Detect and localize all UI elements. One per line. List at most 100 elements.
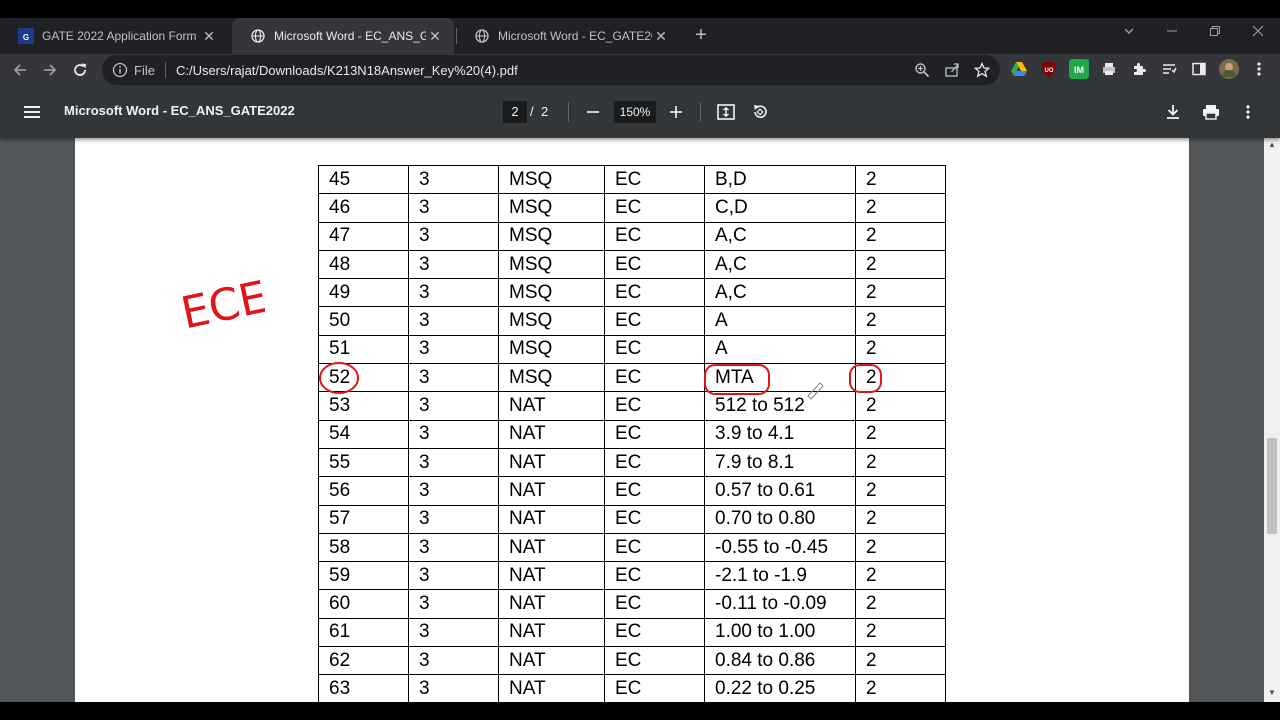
pdf-title: Microsoft Word - EC_ANS_GATE2022 <box>64 103 295 118</box>
google-drive-extension-icon[interactable] <box>1009 59 1029 79</box>
side-panel-icon[interactable] <box>1189 59 1209 79</box>
reading-list-icon[interactable] <box>1159 59 1179 79</box>
question-type-cell: NAT <box>498 561 605 591</box>
zoom-in-button[interactable] <box>664 100 688 124</box>
question-number-cell: 56 <box>318 476 409 506</box>
table-row: 49 3 MSQ EC A,C 2 <box>318 278 946 308</box>
pdf-viewer[interactable]: 45 3 MSQ EC B,D 2 46 3 MSQ EC C,D 2 47 3 MSQ EC A,C 2 48 3 M… <box>0 138 1280 702</box>
tab-ec-ans-gate[interactable]: Microsoft Word - EC_ANS_GATE2022 ✕ <box>232 18 454 54</box>
question-type-cell: MSQ <box>498 164 605 195</box>
restore-icon[interactable] <box>1205 24 1225 40</box>
question-number-cell: 57 <box>318 504 409 534</box>
marks-cell: 2 <box>855 504 946 534</box>
marks-cell: 2 <box>855 419 946 449</box>
answer-cell: 0.70 to 0.80 <box>704 504 856 534</box>
section-cell: EC <box>604 532 705 563</box>
zoom-out-button[interactable] <box>581 100 605 124</box>
table-row: 61 3 NAT EC 1.00 to 1.00 2 <box>318 617 946 648</box>
question-type-cell: NAT <box>498 419 605 449</box>
url-text[interactable]: C:/Users/rajat/Downloads/K213N18Answer_K… <box>176 63 518 78</box>
table-row: 48 3 MSQ EC A,C 2 <box>318 249 946 280</box>
table-row: 57 3 NAT EC 0.70 to 0.80 2 <box>318 504 946 534</box>
browser-toolbar: File C:/Users/rajat/Downloads/K213N18Ans… <box>0 54 1280 86</box>
profile-avatar[interactable] <box>1219 59 1239 79</box>
new-tab-button[interactable]: + <box>690 24 712 46</box>
marks-cell: 2 <box>855 306 946 336</box>
handwritten-ece-note: ECE <box>177 272 265 336</box>
page-total: 2 <box>541 104 549 119</box>
table-row: 45 3 MSQ EC B,D 2 <box>318 164 946 195</box>
sidebar-menu-icon[interactable] <box>20 100 44 124</box>
marks-cell: 2 <box>855 617 946 648</box>
close-tab-icon[interactable]: ✕ <box>426 28 444 45</box>
bookmark-star-icon[interactable] <box>973 61 991 79</box>
answer-cell: 0.22 to 0.25 <box>704 674 856 702</box>
question-number-cell: 58 <box>318 532 409 563</box>
pdf-page: 45 3 MSQ EC B,D 2 46 3 MSQ EC C,D 2 47 3 MSQ EC A,C 2 48 3 M… <box>75 138 1189 702</box>
session-cell: 3 <box>408 504 499 534</box>
marks-cell: 2 <box>855 447 946 478</box>
rotate-icon[interactable] <box>748 100 772 124</box>
table-row: 62 3 NAT EC 0.84 to 0.86 2 <box>318 646 946 676</box>
info-icon[interactable] <box>112 62 128 78</box>
session-cell: 3 <box>408 193 499 223</box>
section-cell: EC <box>604 617 705 648</box>
section-cell: EC <box>604 561 705 591</box>
tab-ec-gate[interactable]: Microsoft Word - EC_GATE2022 ✕ <box>456 18 680 54</box>
zoom-icon[interactable] <box>913 61 931 79</box>
question-number-cell: 49 <box>318 278 409 308</box>
question-type-cell: NAT <box>498 646 605 676</box>
download-icon[interactable] <box>1161 100 1185 124</box>
session-cell: 3 <box>408 391 499 421</box>
marks-cell: 2 <box>855 221 946 251</box>
marks-cell: 2 <box>855 561 946 591</box>
session-cell: 3 <box>408 164 499 195</box>
answer-cell: B,D <box>704 164 856 195</box>
forward-button[interactable] <box>38 58 62 82</box>
scroll-down-icon[interactable]: ▼ <box>1264 688 1280 700</box>
extensions-puzzle-icon[interactable] <box>1129 59 1149 79</box>
fit-page-icon[interactable] <box>714 100 738 124</box>
close-tab-icon[interactable]: ✕ <box>652 28 670 45</box>
browser-menu-icon[interactable] <box>1249 59 1269 79</box>
print-icon[interactable] <box>1199 100 1223 124</box>
svg-text:IM: IM <box>1074 65 1084 75</box>
printer-extension-icon[interactable] <box>1099 59 1119 79</box>
section-cell: EC <box>604 363 705 393</box>
back-button[interactable] <box>8 58 32 82</box>
question-number-cell: 46 <box>318 193 409 223</box>
section-cell: EC <box>604 334 705 365</box>
answer-cell: 512 to 512 <box>704 391 856 421</box>
question-number-cell: 52 <box>318 363 409 393</box>
answer-cell: -0.11 to -0.09 <box>704 589 856 619</box>
reload-button[interactable] <box>68 58 92 82</box>
marks-cell: 2 <box>855 334 946 365</box>
session-cell: 3 <box>408 561 499 591</box>
page-number-input[interactable]: 2 <box>503 101 527 123</box>
tab-search-icon[interactable] <box>1119 24 1139 40</box>
question-type-cell: NAT <box>498 674 605 702</box>
share-icon[interactable] <box>943 61 961 79</box>
session-cell: 3 <box>408 221 499 251</box>
section-cell: EC <box>604 193 705 223</box>
ublock-extension-icon[interactable]: UO <box>1039 59 1059 79</box>
tab-gate-application[interactable]: G GATE 2022 Application Form ✕ <box>0 18 228 54</box>
tab-title: Microsoft Word - EC_GATE2022 <box>498 29 652 43</box>
close-tab-icon[interactable]: ✕ <box>200 28 218 45</box>
close-window-icon[interactable] <box>1248 24 1268 40</box>
bottom-edge <box>0 702 1280 720</box>
vertical-scrollbar[interactable]: ▲ ▼ <box>1264 138 1280 702</box>
minimize-icon[interactable] <box>1162 24 1182 40</box>
scheme-label: File <box>134 62 155 78</box>
table-row: 47 3 MSQ EC A,C 2 <box>318 221 946 251</box>
im-extension-icon[interactable]: IM <box>1069 59 1089 79</box>
address-bar[interactable]: File C:/Users/rajat/Downloads/K213N18Ans… <box>102 55 1000 85</box>
question-number-cell: 54 <box>318 419 409 449</box>
question-number-cell: 61 <box>318 617 409 648</box>
session-cell: 3 <box>408 447 499 478</box>
more-options-icon[interactable] <box>1236 100 1260 124</box>
scroll-up-icon[interactable]: ▲ <box>1264 140 1280 152</box>
zoom-level-input[interactable]: 150% <box>614 101 656 123</box>
marks-cell: 2 <box>855 589 946 619</box>
scroll-thumb[interactable] <box>1267 438 1277 534</box>
